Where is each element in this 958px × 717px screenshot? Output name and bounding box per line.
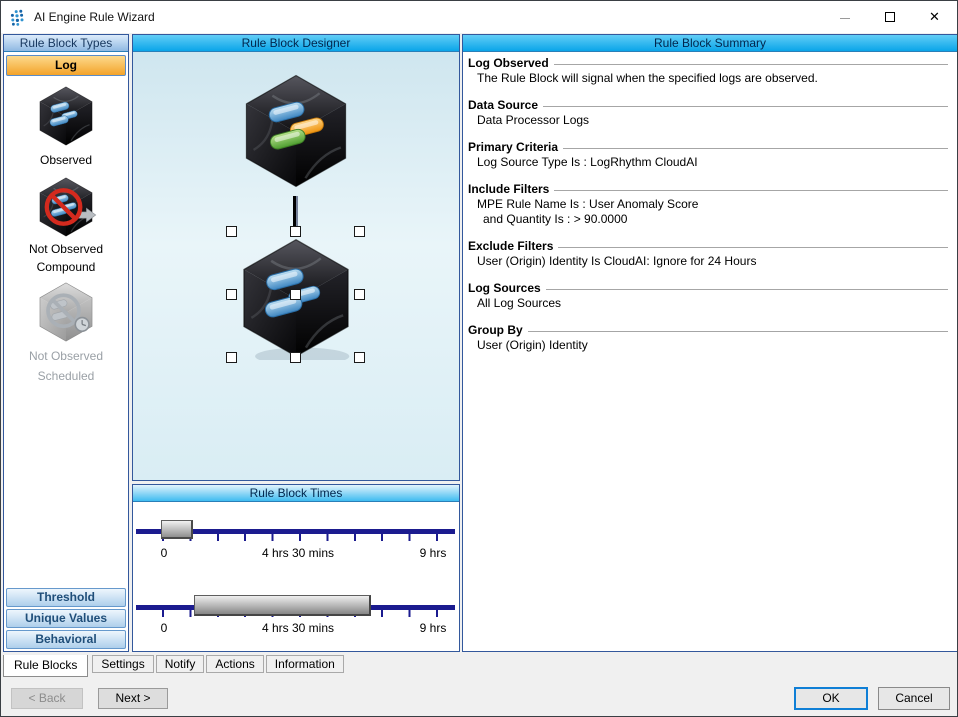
slider-tick-label: 9 hrs <box>419 546 447 560</box>
title-bar: AI Engine Rule Wizard ✕ <box>1 1 957 33</box>
minimize-button[interactable] <box>822 1 867 32</box>
section-text: User (Origin) Identity <box>477 338 588 352</box>
back-button: < Back <box>11 688 83 709</box>
selection-handle[interactable] <box>354 289 365 300</box>
behavioral-category-button[interactable]: Behavioral <box>6 630 126 649</box>
tab-information[interactable]: Information <box>265 655 344 673</box>
section-text: and Quantity Is : > 90.0000 <box>483 212 628 226</box>
not-observed-scheduled-cube-icon <box>39 282 93 342</box>
divider <box>553 63 948 65</box>
section-text: Log Source Type Is : LogRhythm CloudAI <box>477 155 698 169</box>
slider-tick-label: 0 <box>160 621 168 635</box>
unique-values-category-button[interactable]: Unique Values <box>6 609 126 628</box>
divider <box>563 147 948 149</box>
tab-rule-blocks[interactable]: Rule Blocks <box>3 655 89 677</box>
divider <box>527 330 948 332</box>
summary-section-include-filters: Include Filters MPE Rule Name Is : User … <box>468 182 949 226</box>
designer-canvas[interactable] <box>133 52 459 480</box>
section-text: MPE Rule Name Is : User Anomaly Score <box>477 197 699 211</box>
rule-type-not-observed-compound[interactable]: Not Observed Compound <box>4 176 128 274</box>
selection-handle[interactable] <box>290 226 301 237</box>
window-title: AI Engine Rule Wizard <box>34 10 155 24</box>
summary-section-exclude-filters: Exclude Filters User (Origin) Identity I… <box>468 239 949 268</box>
maximize-button[interactable] <box>867 1 912 32</box>
rule-block-types-header: Rule Block Types <box>4 35 128 52</box>
close-icon: ✕ <box>929 9 940 24</box>
section-title: Log Sources <box>468 281 541 295</box>
rule-block-designer-panel: Rule Block Designer <box>132 34 460 481</box>
tab-settings[interactable]: Settings <box>92 655 154 673</box>
ai-engine-rule-wizard-window: AI Engine Rule Wizard ✕ Rule Block Types… <box>0 0 958 717</box>
threshold-category-button[interactable]: Threshold <box>6 588 126 607</box>
rule-block-types-panel: Rule Block Types Log Observed Not Observ <box>3 34 129 652</box>
summary-section-data-source: Data Source Data Processor Logs <box>468 98 949 127</box>
rule-block-cube-icon[interactable] <box>235 72 357 190</box>
rule-block-times-header: Rule Block Times <box>133 485 459 502</box>
selection-handle[interactable] <box>226 352 237 363</box>
section-title: Include Filters <box>468 182 550 196</box>
divider <box>545 288 948 290</box>
logrhythm-dots-icon <box>10 9 24 26</box>
section-text: The Rule Block will signal when the spec… <box>477 71 818 85</box>
rule-type-observed[interactable]: Observed <box>4 85 128 167</box>
section-text: All Log Sources <box>477 296 562 310</box>
rule-type-label: Scheduled <box>37 369 95 383</box>
log-category-button[interactable]: Log <box>6 55 126 76</box>
time-range-bar[interactable] <box>194 595 371 616</box>
summary-section-primary-criteria: Primary Criteria Log Source Type Is : Lo… <box>468 140 949 169</box>
rule-type-label: Compound <box>36 260 96 274</box>
section-title: Primary Criteria <box>468 140 559 154</box>
selection-handle[interactable] <box>354 226 365 237</box>
slider-tick-label: 0 <box>160 546 168 560</box>
maximize-icon <box>884 11 895 22</box>
divider <box>558 246 948 248</box>
next-button[interactable]: Next > <box>98 688 168 709</box>
rule-block-designer-header: Rule Block Designer <box>133 35 459 52</box>
section-title: Group By <box>468 323 523 337</box>
minimize-icon <box>839 18 850 19</box>
summary-section-log-sources: Log Sources All Log Sources <box>468 281 949 310</box>
not-observed-compound-cube-icon <box>39 177 97 237</box>
tab-notify[interactable]: Notify <box>155 655 205 673</box>
section-title: Log Observed <box>468 56 549 70</box>
selection-handle[interactable] <box>354 352 365 363</box>
slider-tick-label: 4 hrs 30 mins <box>261 621 335 635</box>
wizard-tabstrip: Rule Blocks Settings Notify Actions Info… <box>3 655 346 677</box>
section-text: User (Origin) Identity Is CloudAI: Ignor… <box>477 254 757 268</box>
slider-ticks <box>162 534 439 541</box>
section-title: Data Source <box>468 98 539 112</box>
ok-button[interactable]: OK <box>794 687 868 710</box>
rule-block-summary-panel: Rule Block Summary Log Observed The Rule… <box>462 34 957 652</box>
rule-type-label: Not Observed <box>28 242 104 256</box>
slider-tick-label: 4 hrs 30 mins <box>261 546 335 560</box>
rule-type-label: Observed <box>39 153 93 167</box>
summary-section-group-by: Group By User (Origin) Identity <box>468 323 949 352</box>
selection-handle[interactable] <box>290 289 301 300</box>
section-title: Exclude Filters <box>468 239 554 253</box>
rule-type-label: Not Observed <box>28 349 104 363</box>
selection-handle[interactable] <box>226 226 237 237</box>
close-button[interactable]: ✕ <box>912 1 957 32</box>
slider-tick-label: 9 hrs <box>419 621 447 635</box>
selection-handle[interactable] <box>290 352 301 363</box>
time-slider-handle[interactable] <box>161 520 193 539</box>
rule-type-not-observed-scheduled: Not Observed Scheduled <box>4 281 128 383</box>
divider <box>543 105 948 107</box>
summary-section-log-observed: Log Observed The Rule Block will signal … <box>468 56 949 85</box>
rule-block-summary-header: Rule Block Summary <box>463 35 957 52</box>
observed-cube-icon <box>39 86 93 146</box>
selection-handle[interactable] <box>226 289 237 300</box>
cancel-button[interactable]: Cancel <box>878 687 950 710</box>
divider <box>554 189 948 191</box>
tab-actions[interactable]: Actions <box>206 655 264 673</box>
rule-block-times-panel: Rule Block Times 0 4 hrs 30 mins 9 hrs 0… <box>132 484 460 652</box>
section-text: Data Processor Logs <box>477 113 590 127</box>
